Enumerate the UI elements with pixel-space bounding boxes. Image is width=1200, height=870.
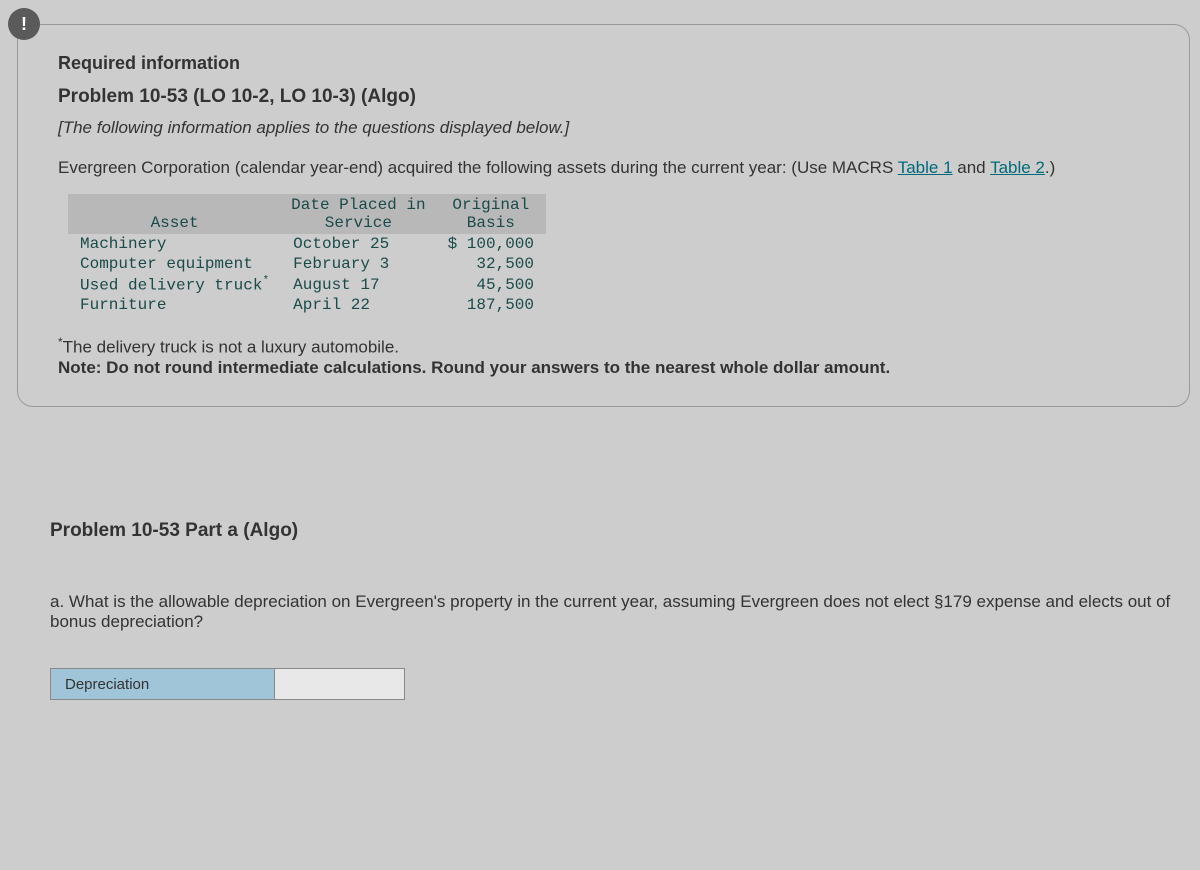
table-row: Furniture April 22 187,500 — [68, 295, 546, 315]
col-asset: Asset — [68, 194, 281, 234]
problem-title: Problem 10-53 (LO 10-2, LO 10-3) (Algo) — [58, 86, 1149, 108]
basis-cell: 32,500 — [436, 254, 546, 274]
note-label: Note: — [58, 358, 106, 377]
answer-row: Depreciation — [50, 668, 1180, 700]
intro-and: and — [953, 158, 991, 177]
alert-icon — [8, 8, 40, 40]
required-info-heading: Required information — [58, 53, 1149, 74]
asset-cell: Machinery — [68, 234, 281, 254]
depreciation-label: Depreciation — [50, 668, 275, 700]
basis-cell: $ 100,000 — [436, 234, 546, 254]
part-a-heading: Problem 10-53 Part a (Algo) — [50, 520, 1180, 542]
asset-cell: Computer equipment — [68, 254, 281, 274]
date-cell: February 3 — [281, 254, 435, 274]
note-text: Do not round intermediate calculations. … — [106, 358, 890, 377]
date-cell: April 22 — [281, 295, 435, 315]
footnote: *The delivery truck is not a luxury auto… — [58, 335, 1149, 378]
date-cell: October 25 — [281, 234, 435, 254]
question-text: a. What is the allowable depreciation on… — [50, 592, 1180, 632]
table1-link[interactable]: Table 1 — [898, 158, 953, 177]
footnote-text: The delivery truck is not a luxury autom… — [63, 338, 399, 357]
date-cell: August 17 — [281, 274, 435, 295]
asterisk-marker: * — [262, 275, 269, 287]
table2-link[interactable]: Table 2 — [990, 158, 1045, 177]
table-header-row: Asset Date Placed in Service Original Ba… — [68, 194, 546, 234]
instruction-text: [The following information applies to th… — [58, 118, 1149, 138]
intro-suffix: .) — [1045, 158, 1055, 177]
col-basis: Original Basis — [436, 194, 546, 234]
asset-cell: Used delivery truck* — [68, 274, 281, 295]
basis-cell: 45,500 — [436, 274, 546, 295]
table-row: Computer equipment February 3 32,500 — [68, 254, 546, 274]
intro-prefix: Evergreen Corporation (calendar year-end… — [58, 158, 898, 177]
col-date: Date Placed in Service — [281, 194, 435, 234]
required-info-panel: Required information Problem 10-53 (LO 1… — [17, 24, 1190, 407]
asset-cell: Furniture — [68, 295, 281, 315]
depreciation-input[interactable] — [275, 668, 405, 700]
table-row: Used delivery truck* August 17 45,500 — [68, 274, 546, 295]
intro-paragraph: Evergreen Corporation (calendar year-end… — [58, 158, 1149, 178]
basis-cell: 187,500 — [436, 295, 546, 315]
part-a-section: Problem 10-53 Part a (Algo) a. What is t… — [50, 520, 1180, 700]
table-row: Machinery October 25 $ 100,000 — [68, 234, 546, 254]
assets-table: Asset Date Placed in Service Original Ba… — [68, 194, 546, 315]
